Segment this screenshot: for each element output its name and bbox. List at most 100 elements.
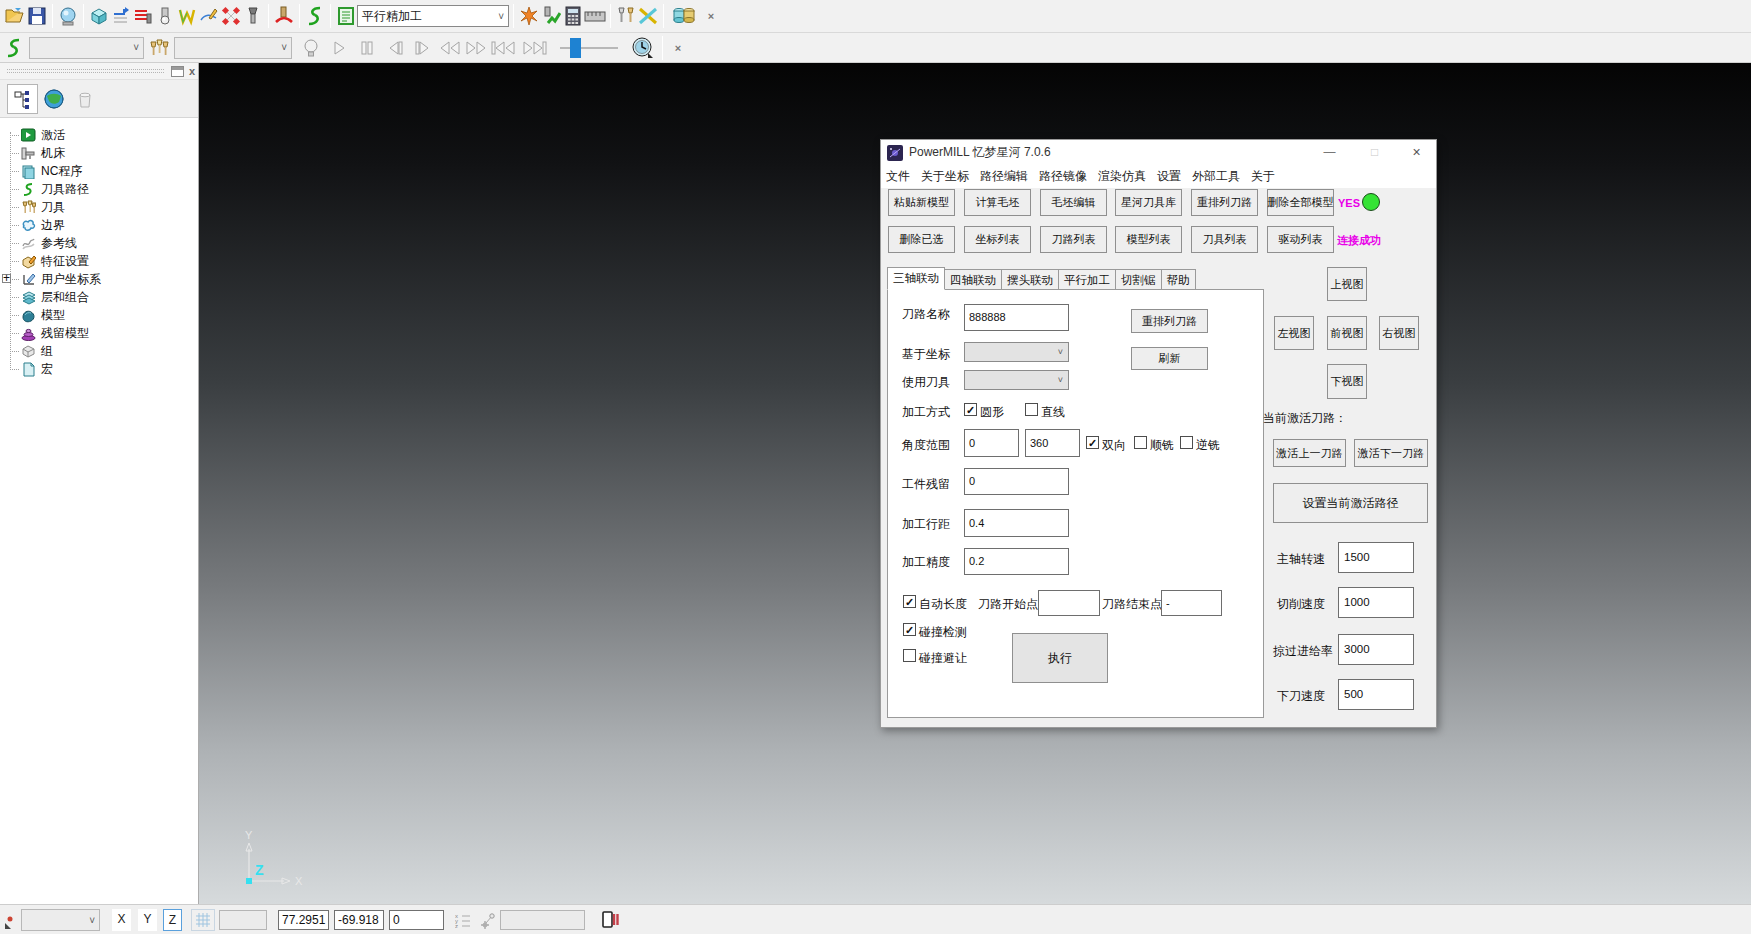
view-top-button[interactable]: 上视图 <box>1327 267 1367 301</box>
form-icon[interactable] <box>335 3 357 29</box>
step-forward-icon[interactable] <box>412 35 434 61</box>
tab-parallel[interactable]: 平行加工 <box>1059 269 1116 290</box>
tree-item-model[interactable]: 模型 <box>10 306 198 324</box>
cut-speed-input[interactable]: 1000 <box>1338 587 1414 618</box>
menu-render-sim[interactable]: 渲染仿真 <box>1098 168 1146 185</box>
tree-item-nc-program[interactable]: NC程序 <box>10 162 198 180</box>
menu-path-mirror[interactable]: 路径镜像 <box>1039 168 1087 185</box>
toolpath-star-icon[interactable] <box>518 3 540 29</box>
angle-from-input[interactable]: 0 <box>964 429 1019 457</box>
block-icon[interactable] <box>88 3 110 29</box>
tool-check-icon[interactable] <box>540 3 562 29</box>
set-active-path-button[interactable]: 设置当前激活路径 <box>1273 483 1428 523</box>
tab-explorer-tree[interactable] <box>7 84 38 114</box>
tree-item-activate[interactable]: 激活 <box>10 126 198 144</box>
axis-tool-icon[interactable] <box>477 912 495 932</box>
delete-all-models-button[interactable]: 删除全部模型 <box>1267 189 1334 216</box>
tree-item-group[interactable]: 组 <box>10 342 198 360</box>
both-dir-checkbox[interactable]: ✓ <box>1086 436 1099 449</box>
tab-4axis[interactable]: 四轴联动 <box>945 269 1002 290</box>
conventional-checkbox[interactable] <box>1180 436 1193 449</box>
explorer-handle[interactable]: x <box>0 63 198 80</box>
float-window-icon[interactable] <box>171 66 184 77</box>
expand-icon[interactable]: + <box>2 274 11 283</box>
tab-explorer-globe[interactable] <box>38 84 69 114</box>
feature-set-icon[interactable] <box>220 3 242 29</box>
sim-tool-combobox[interactable]: ˅ <box>174 37 292 59</box>
view-left-button[interactable]: 左视图 <box>1274 316 1314 350</box>
collision-avoid-checkbox[interactable] <box>903 649 916 662</box>
activate-next-button[interactable]: 激活下一刀路 <box>1354 439 1428 467</box>
dialog-titlebar[interactable]: PowerMILL 忆梦星河 7.0.6 — □ × <box>881 140 1436 165</box>
toolpath-icon[interactable] <box>110 3 132 29</box>
auto-length-checkbox[interactable]: ✓ <box>903 595 916 608</box>
toolpath-name-input[interactable]: 888888 <box>964 304 1069 331</box>
activate-prev-button[interactable]: 激活上一刀路 <box>1273 439 1346 467</box>
open-icon[interactable] <box>4 3 26 29</box>
view-origin-button[interactable] <box>3 911 18 931</box>
strategy-icon[interactable] <box>132 3 154 29</box>
clock-icon[interactable] <box>630 35 656 61</box>
tree-item-machine[interactable]: 机床 <box>10 144 198 162</box>
line-checkbox[interactable] <box>1025 403 1038 416</box>
coord-list-icon[interactable]: xyz <box>455 912 472 932</box>
calc-stock-button[interactable]: 计算毛坯 <box>964 189 1031 216</box>
tree-item-feature-set[interactable]: 特征设置 <box>10 252 198 270</box>
view-front-button[interactable]: 前视图 <box>1327 316 1367 350</box>
x-toggle[interactable]: X <box>112 909 131 931</box>
tree-item-macro[interactable]: 宏 <box>10 360 198 378</box>
strategy-combobox[interactable]: 平行精加工 ˅ <box>357 5 509 27</box>
angle-to-input[interactable]: 360 <box>1025 429 1080 457</box>
view-right-button[interactable]: 右视图 <box>1379 316 1419 350</box>
tree-item-tool[interactable]: 刀具 <box>10 198 198 216</box>
stock-input[interactable]: 0 <box>964 468 1069 495</box>
climb-checkbox[interactable] <box>1134 436 1147 449</box>
reorder-toolpath-button[interactable]: 重排列刀路 <box>1191 189 1258 216</box>
minimize-button[interactable]: — <box>1321 144 1338 161</box>
tool-library-button[interactable]: 星河刀具库 <box>1115 189 1182 216</box>
pattern-icon[interactable] <box>198 3 220 29</box>
execute-button[interactable]: 执行 <box>1012 633 1108 683</box>
tool-pair-icon[interactable] <box>615 3 637 29</box>
tree-item-toolpath[interactable]: 刀具路径 <box>10 180 198 198</box>
refresh-button[interactable]: 刷新 <box>1131 347 1208 370</box>
sphere-icon[interactable] <box>57 3 79 29</box>
fast-forward-icon[interactable] <box>464 35 488 61</box>
tolerance-input[interactable]: 0.2 <box>964 548 1069 575</box>
ruler-icon[interactable] <box>584 3 606 29</box>
drag-handle[interactable] <box>7 69 164 73</box>
close-button[interactable]: × <box>1408 144 1425 161</box>
tab-swivel[interactable]: 摆头联动 <box>1002 269 1059 290</box>
stock-pair-icon[interactable] <box>668 3 700 29</box>
tool-holder-icon[interactable] <box>242 3 264 29</box>
speed-slider[interactable] <box>560 38 618 58</box>
tab-explorer-trash[interactable] <box>69 84 100 114</box>
drive-list-button[interactable]: 驱动列表 <box>1267 226 1334 253</box>
edit-stock-button[interactable]: 毛坯编辑 <box>1040 189 1107 216</box>
save-icon[interactable] <box>26 3 48 29</box>
spindle-speed-input[interactable]: 1500 <box>1338 542 1414 573</box>
menu-coords[interactable]: 关于坐标 <box>921 168 969 185</box>
skip-end-icon[interactable] <box>520 35 548 61</box>
bulb-icon[interactable] <box>300 35 322 61</box>
tool-combobox[interactable]: ˅ <box>964 370 1069 390</box>
tab-saw[interactable]: 切割锯 <box>1116 269 1162 290</box>
tree-item-boundary[interactable]: 边界 <box>10 216 198 234</box>
toolpath-list-button[interactable]: 刀路列表 <box>1040 226 1107 253</box>
tab-help[interactable]: 帮助 <box>1162 269 1196 290</box>
plunge-speed-input[interactable]: 500 <box>1338 679 1414 710</box>
skim-rate-input[interactable]: 3000 <box>1338 634 1414 665</box>
step-back-icon[interactable] <box>384 35 406 61</box>
coord-combobox[interactable]: ˅ <box>964 342 1069 362</box>
z-toggle[interactable]: Z <box>163 909 182 931</box>
tree-item-workplane[interactable]: +用户坐标系 <box>10 270 198 288</box>
play-icon[interactable] <box>328 35 350 61</box>
ball-tool-icon[interactable] <box>154 3 176 29</box>
delete-selected-button[interactable]: 删除已选 <box>888 226 955 253</box>
rewind-icon[interactable] <box>438 35 462 61</box>
tree-item-stock-model[interactable]: 残留模型 <box>10 324 198 342</box>
boundary-icon[interactable] <box>176 3 198 29</box>
circle-checkbox[interactable]: ✓ <box>964 403 977 416</box>
reorder-button[interactable]: 重排列刀路 <box>1131 309 1208 333</box>
start-point-input[interactable] <box>1038 590 1100 616</box>
